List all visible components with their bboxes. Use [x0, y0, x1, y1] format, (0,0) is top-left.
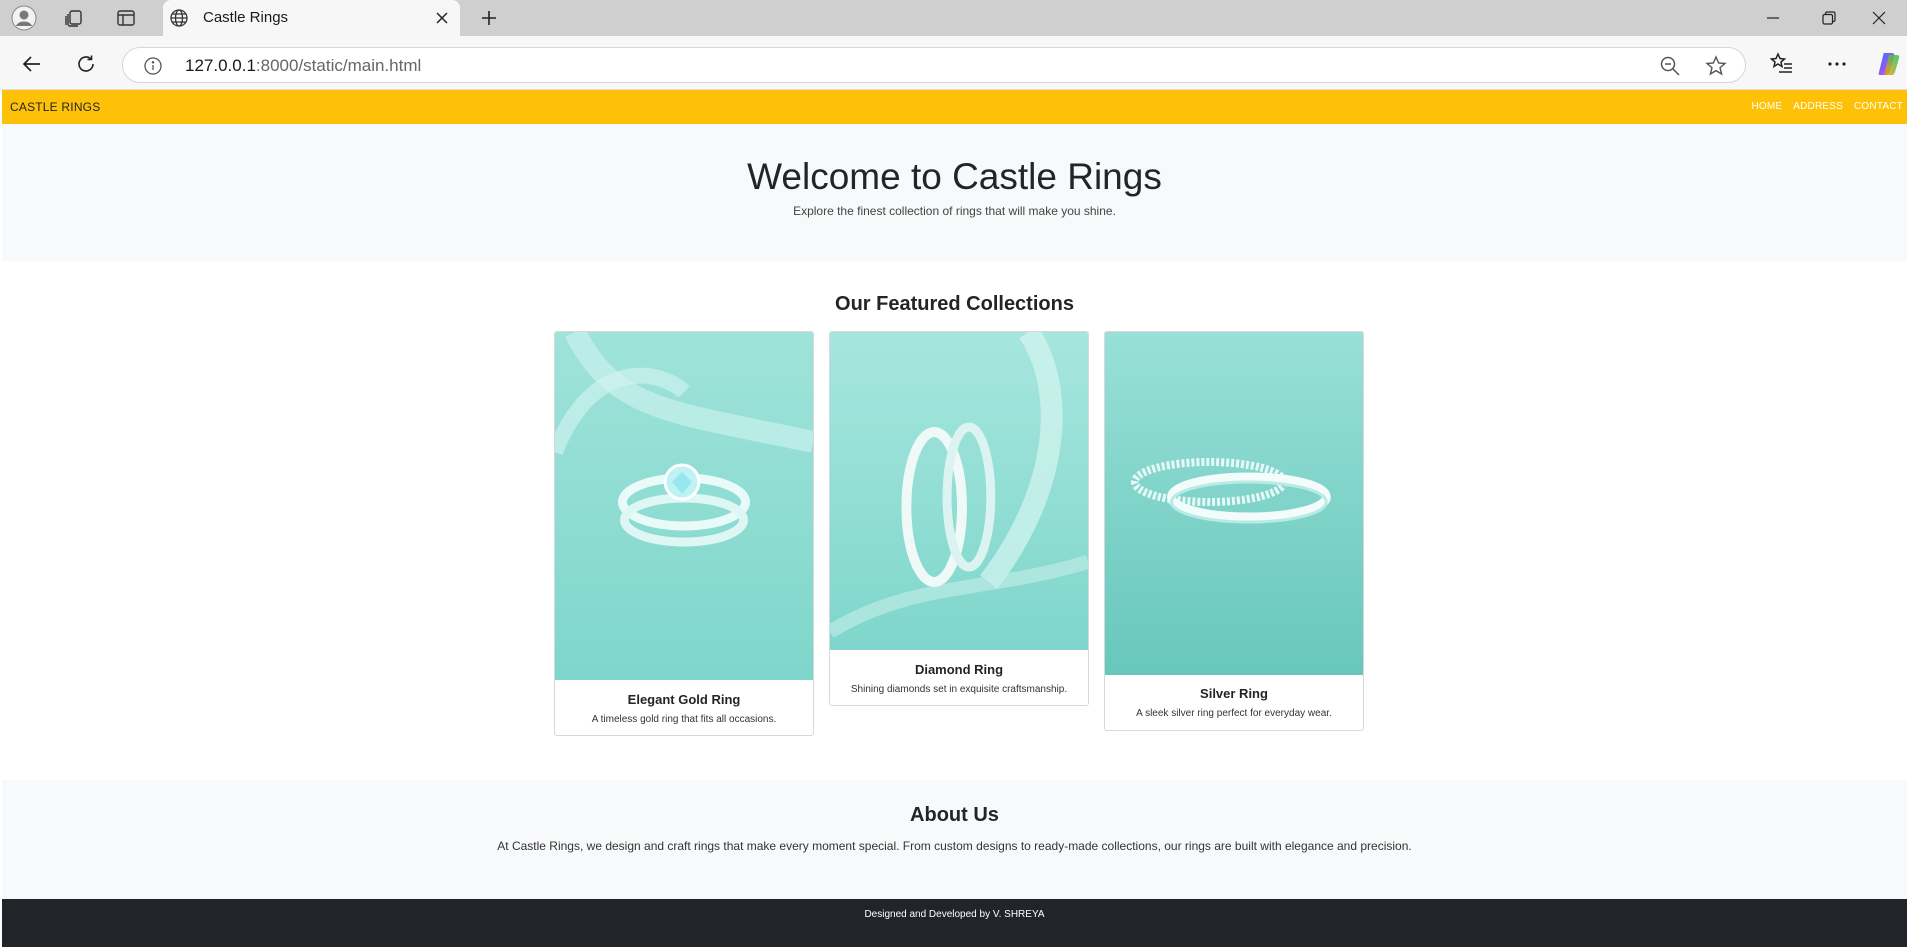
card-title: Elegant Gold Ring — [627, 692, 741, 707]
site-navbar: CASTLE RINGS HOME ADDRESS CONTACT — [2, 90, 1907, 124]
globe-icon — [170, 9, 188, 27]
url-text: 127.0.0.1:8000/static/main.html — [185, 56, 421, 76]
restore-icon[interactable] — [1801, 0, 1857, 36]
about-text: At Castle Rings, we design and craft rin… — [497, 839, 1412, 853]
reload-icon[interactable] — [70, 48, 102, 80]
card-title: Silver Ring — [1200, 686, 1268, 701]
vertical-tabs-icon[interactable] — [108, 4, 144, 32]
site-footer: Designed and Developed by V. SHREYA — [2, 899, 1907, 947]
nav-link-home[interactable]: HOME — [1751, 101, 1782, 112]
nav-link-address[interactable]: ADDRESS — [1793, 101, 1843, 112]
featured-title: Our Featured Collections — [835, 293, 1074, 315]
card-title: Diamond Ring — [914, 662, 1004, 677]
diamond-ring-photo — [830, 332, 1088, 650]
gold-ring-photo — [555, 332, 813, 680]
minimize-icon[interactable] — [1745, 0, 1801, 36]
url-host: 127.0.0.1 — [185, 56, 256, 75]
profile-avatar-icon[interactable] — [6, 4, 42, 32]
site-brand[interactable]: CASTLE RINGS — [10, 100, 100, 114]
about-title: About Us — [910, 804, 999, 826]
browser-toolbar: 127.0.0.1:8000/static/main.html — [0, 36, 1907, 90]
silver-ring-photo — [1105, 332, 1363, 675]
product-card-diamond[interactable]: Diamond Ring Shining diamonds set in exq… — [829, 331, 1089, 706]
new-tab-icon[interactable] — [474, 4, 504, 32]
favorite-star-icon[interactable] — [1705, 55, 1727, 77]
workspaces-icon[interactable] — [56, 4, 92, 32]
footer-credit: Designed and Developed by V. SHREYA — [864, 909, 1045, 920]
card-description: Shining diamonds set in exquisite crafts… — [850, 684, 1068, 695]
about-section: About Us At Castle Rings, we design and … — [2, 780, 1907, 900]
card-description: A timeless gold ring that fits all occas… — [591, 714, 777, 725]
active-tab[interactable]: Castle Rings — [163, 0, 460, 36]
tab-title: Castle Rings — [203, 9, 289, 26]
address-bar[interactable]: 127.0.0.1:8000/static/main.html — [122, 47, 1746, 83]
hero-section: Welcome to Castle Rings Explore the fine… — [2, 124, 1907, 261]
close-window-icon[interactable] — [1851, 0, 1907, 36]
hero-title: Welcome to Castle Rings — [747, 156, 1162, 197]
product-card-silver[interactable]: Silver Ring A sleek silver ring perfect … — [1104, 331, 1364, 731]
page-viewport: CASTLE RINGS HOME ADDRESS CONTACT Welcom… — [2, 90, 1907, 947]
hero-subtitle: Explore the finest collection of rings t… — [793, 204, 1116, 218]
nav-links: HOME ADDRESS CONTACT — [1751, 101, 1903, 112]
nav-link-contact[interactable]: CONTACT — [1854, 101, 1903, 112]
card-description: A sleek silver ring perfect for everyday… — [1136, 708, 1332, 719]
more-options-icon[interactable] — [1821, 48, 1853, 80]
close-tab-icon[interactable] — [430, 6, 454, 30]
back-arrow-icon[interactable] — [16, 48, 48, 80]
product-card-gold[interactable]: Elegant Gold Ring A timeless gold ring t… — [554, 331, 814, 736]
browser-tabstrip: Castle Rings — [0, 0, 1907, 36]
site-info-icon[interactable] — [143, 56, 163, 76]
favorites-list-icon[interactable] — [1766, 48, 1798, 80]
zoom-out-icon[interactable] — [1659, 55, 1681, 77]
copilot-icon[interactable] — [1873, 48, 1905, 80]
url-path: :8000/static/main.html — [255, 56, 422, 75]
